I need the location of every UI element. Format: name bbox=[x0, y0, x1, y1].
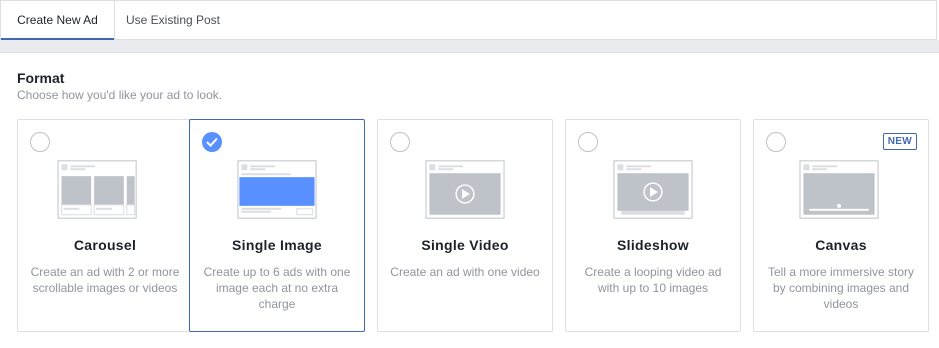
format-radio-carousel[interactable] bbox=[30, 132, 50, 152]
card-description: Create up to 6 ads with one image each a… bbox=[203, 265, 351, 311]
section-subtitle: Choose how you'd like your ad to look. bbox=[17, 88, 223, 102]
card-title: Single Image bbox=[232, 237, 322, 253]
checkmark-icon[interactable] bbox=[202, 132, 222, 152]
slideshow-icon bbox=[613, 160, 693, 219]
format-card-single-video[interactable]: Single Video Create an ad with one video bbox=[377, 119, 553, 332]
card-title: Carousel bbox=[73, 237, 137, 253]
card-description: Create an ad with 2 or more scrollable i… bbox=[30, 265, 180, 295]
tab-use-existing-post[interactable]: Use Existing Post bbox=[115, 1, 231, 40]
card-title: Slideshow bbox=[617, 237, 689, 253]
format-card-slideshow[interactable]: Slideshow Create a looping video ad with… bbox=[565, 119, 741, 332]
card-description: Create an ad with one video bbox=[390, 265, 540, 279]
carousel-icon bbox=[57, 160, 137, 219]
card-description: Tell a more immersive story by combining… bbox=[767, 265, 915, 311]
card-title: Single Video bbox=[421, 237, 509, 253]
format-radio-canvas[interactable] bbox=[766, 132, 786, 152]
format-card-canvas[interactable]: NEW Canvas Tell a more immersive story b… bbox=[753, 119, 929, 332]
tab-create-new-ad[interactable]: Create New Ad bbox=[1, 1, 114, 41]
format-card-carousel[interactable]: Carousel Create an ad with 2 or more scr… bbox=[17, 119, 193, 332]
separator-band bbox=[0, 40, 939, 53]
format-card-single-image[interactable]: Single Image Create up to 6 ads with one… bbox=[189, 119, 365, 332]
tab-bar: Create New Ad Use Existing Post bbox=[0, 0, 937, 41]
format-radio-slideshow[interactable] bbox=[578, 132, 598, 152]
card-description: Create a looping video ad with up to 10 … bbox=[584, 265, 722, 295]
single-image-icon bbox=[237, 160, 317, 219]
format-radio-single-video[interactable] bbox=[390, 132, 410, 152]
card-title: Canvas bbox=[815, 237, 867, 253]
canvas-icon bbox=[799, 160, 879, 219]
section-title: Format bbox=[17, 70, 65, 86]
new-badge: NEW bbox=[882, 133, 917, 150]
single-video-icon bbox=[425, 160, 505, 219]
